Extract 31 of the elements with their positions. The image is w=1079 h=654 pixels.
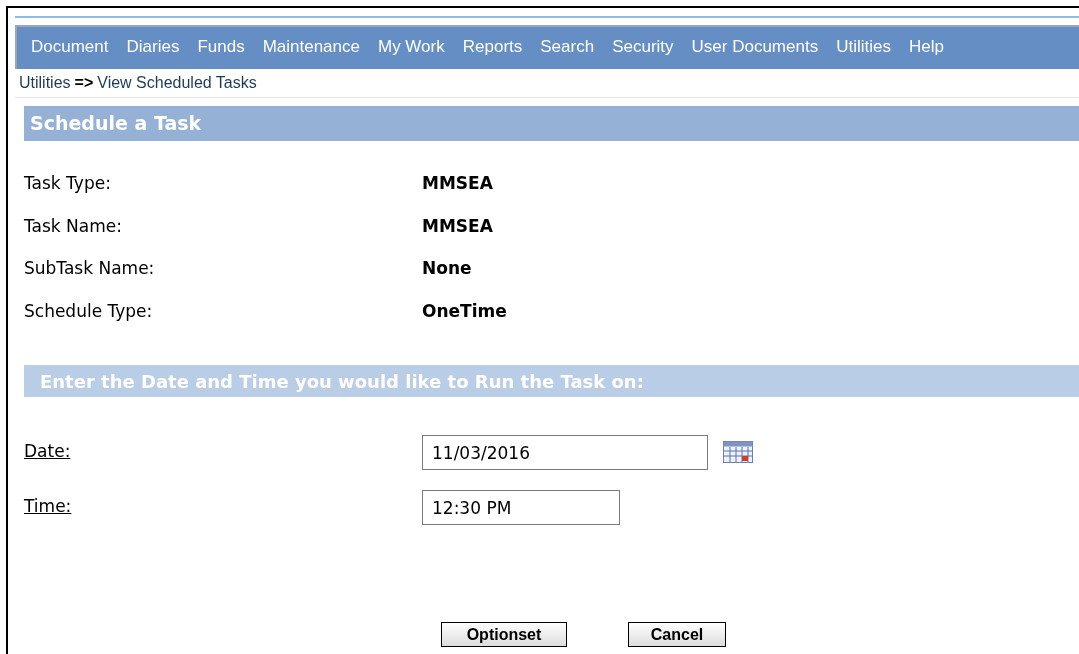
menu-item[interactable]: My Work xyxy=(378,34,445,60)
breadcrumb-current: View Scheduled Tasks xyxy=(97,73,257,93)
section-header: Enter the Date and Time you would like to Run the Task on: xyxy=(24,365,1079,397)
field-label: Date: xyxy=(24,440,72,463)
optionset-button[interactable]: Optionset xyxy=(441,622,567,647)
field-value: MMSEA xyxy=(422,214,493,238)
menu-item[interactable]: Funds xyxy=(197,34,245,60)
breadcrumb-link[interactable]: Utilities xyxy=(19,71,71,95)
field-value: MMSEA xyxy=(422,172,493,195)
menu-item[interactable]: Utilities xyxy=(836,34,891,60)
field-value: None xyxy=(422,257,472,280)
cancel-button[interactable]: Cancel xyxy=(628,622,726,647)
menu-item[interactable]: Diaries xyxy=(126,34,180,60)
date-field[interactable]: 11/03/2016 xyxy=(422,435,708,470)
calendar-icon[interactable] xyxy=(723,441,753,463)
menu-item[interactable]: Search xyxy=(540,34,595,60)
field-label: SubTask Name: xyxy=(24,257,156,280)
section-header: Schedule a Task xyxy=(24,106,1079,141)
field-label: Schedule Type: xyxy=(24,299,154,323)
menu-item[interactable]: Maintenance xyxy=(262,34,360,60)
field-label: Time: xyxy=(24,495,73,518)
menu-item[interactable]: Document xyxy=(31,34,109,60)
menu-item[interactable]: Help xyxy=(908,34,944,60)
field-label: Task Name: xyxy=(24,214,123,238)
field-label: Task Type: xyxy=(24,172,112,195)
menu-item[interactable]: Security xyxy=(612,34,674,60)
menu-item[interactable]: Reports xyxy=(462,34,523,60)
field-value: OneTime xyxy=(422,299,507,323)
breadcrumb-separator: => xyxy=(74,73,94,93)
menu-item[interactable]: User Documents xyxy=(691,34,819,60)
time-field[interactable]: 12:30 PM xyxy=(422,490,620,525)
